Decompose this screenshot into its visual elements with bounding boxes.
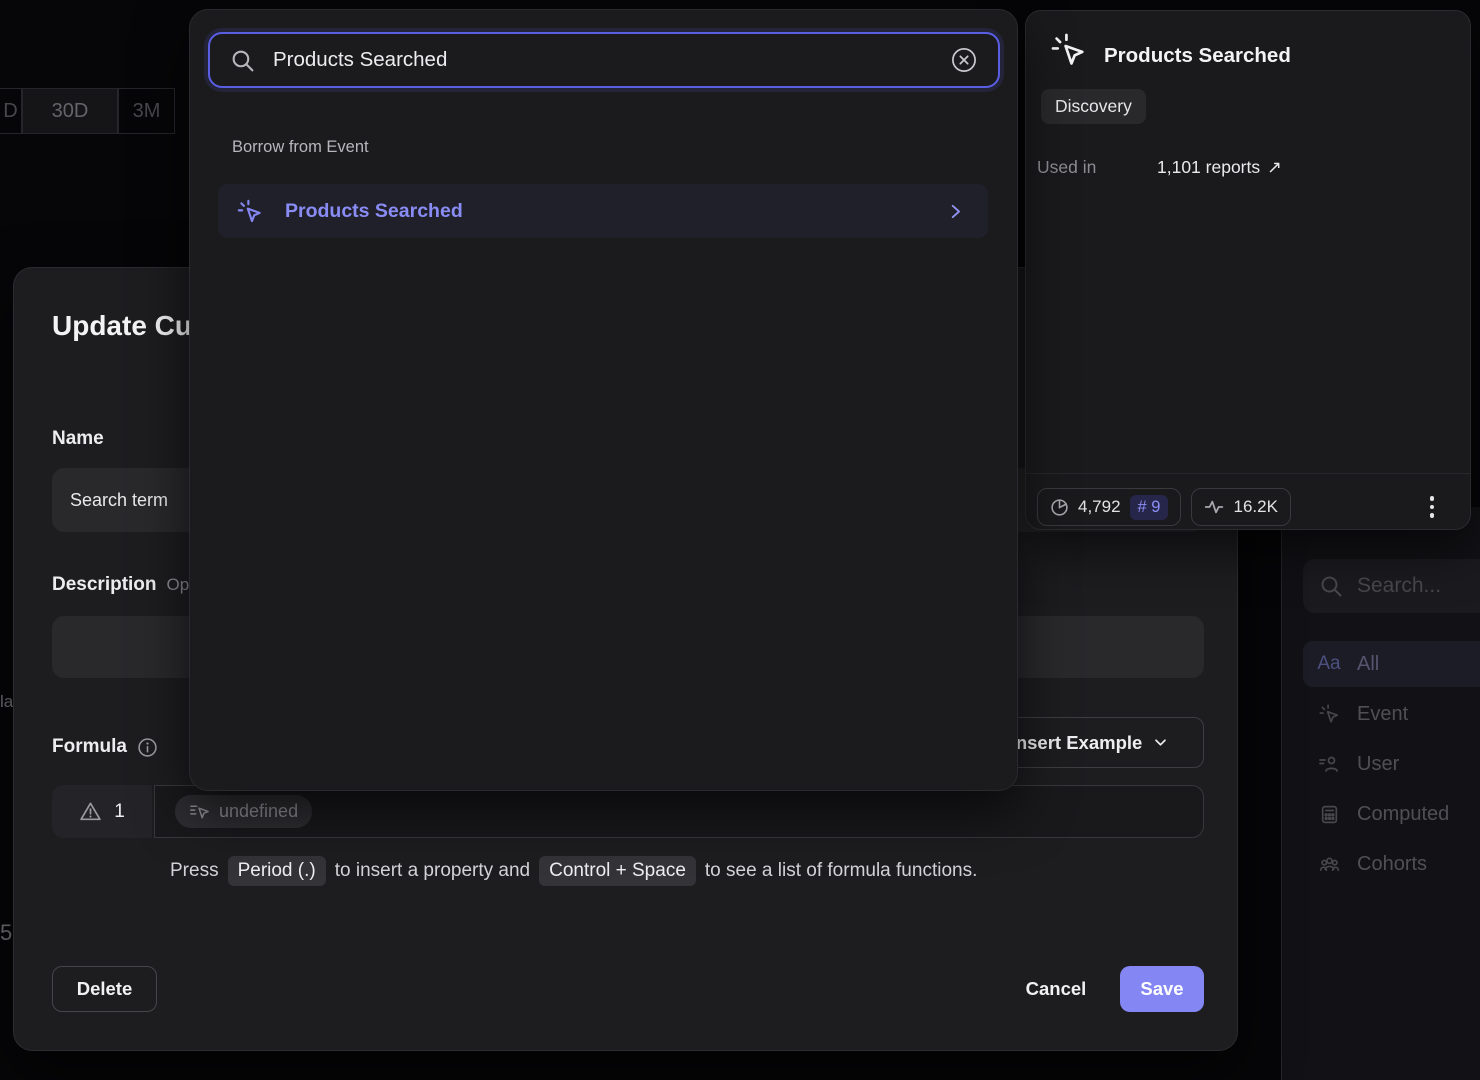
result-event-name: Products Searched xyxy=(285,200,925,223)
more-options-kebab-icon[interactable] xyxy=(1430,496,1435,518)
section-header: Borrow from Event xyxy=(232,138,369,157)
delete-button[interactable]: Delete xyxy=(52,966,157,1012)
time-range-30d[interactable]: 30D xyxy=(22,88,118,134)
formula-hint: Press Period (.) to insert a property an… xyxy=(170,856,977,886)
kbd-period: Period (.) xyxy=(228,856,326,886)
formula-error-indicator: 1 xyxy=(52,785,152,838)
rank-badge: # 9 xyxy=(1130,495,1169,520)
activity-pulse-icon xyxy=(1204,497,1224,517)
description-label: Description xyxy=(52,574,157,596)
sidebar-item-list: Aa All Event User Computed Cohorts xyxy=(1303,641,1480,891)
time-range-3m[interactable]: 3M xyxy=(118,88,175,134)
text-aa-icon: Aa xyxy=(1317,653,1341,675)
search-icon xyxy=(230,48,255,73)
property-type-sidebar: Search... Aa All Event User Computed xyxy=(1281,507,1480,1080)
time-range-segmented-control: D 30D 3M xyxy=(0,88,175,134)
panel-footer: 4,792 # 9 16.2K xyxy=(1037,488,1456,526)
name-label: Name xyxy=(52,428,104,450)
used-in-label: Used in xyxy=(1037,157,1157,178)
event-search-dropdown: Products Searched Borrow from Event Prod… xyxy=(190,10,1017,790)
pie-chart-icon xyxy=(1050,498,1069,517)
warning-icon xyxy=(79,800,102,823)
event-cursor-icon xyxy=(1049,31,1087,69)
used-in-reports-link[interactable]: 1,101 reports ↗ xyxy=(1157,157,1282,178)
formula-label: Formula xyxy=(52,736,127,758)
search-query-text: Products Searched xyxy=(273,48,932,72)
calculator-icon xyxy=(1317,804,1341,825)
category-badge: Discovery xyxy=(1041,89,1146,124)
chevron-right-icon xyxy=(947,203,964,220)
formula-label-row: Formula xyxy=(52,736,158,758)
sidebar-search-input[interactable]: Search... xyxy=(1303,559,1480,613)
event-search-input[interactable]: Products Searched xyxy=(208,32,1000,88)
background-text-fragment: lay xyxy=(0,692,15,712)
name-input-value: Search term xyxy=(70,490,168,511)
background-text-fragment: 5 xyxy=(0,920,15,946)
panel-divider xyxy=(1026,473,1470,474)
clear-search-icon[interactable] xyxy=(950,46,978,74)
formula-token-chip[interactable]: undefined xyxy=(175,795,312,828)
user-icon xyxy=(1317,753,1341,775)
formula-input[interactable]: undefined xyxy=(154,785,1204,838)
formula-error-count: 1 xyxy=(114,801,125,823)
external-link-icon: ↗ xyxy=(1267,157,1282,178)
formula-editor: 1 undefined xyxy=(52,785,1204,838)
event-count-chip[interactable]: 4,792 # 9 xyxy=(1037,488,1181,526)
sidebar-item-user[interactable]: User xyxy=(1303,741,1480,787)
sidebar-item-computed[interactable]: Computed xyxy=(1303,791,1480,837)
save-button[interactable]: Save xyxy=(1120,966,1204,1012)
info-icon[interactable] xyxy=(137,737,158,758)
sidebar-item-all[interactable]: Aa All xyxy=(1303,641,1480,687)
used-in-row: Used in 1,101 reports ↗ xyxy=(1037,157,1282,178)
search-result-row[interactable]: Products Searched xyxy=(218,184,988,238)
search-icon xyxy=(1319,574,1343,598)
event-title: Products Searched xyxy=(1104,44,1291,68)
modal-title: Update Cu xyxy=(52,310,192,342)
activity-count-chip[interactable]: 16.2K xyxy=(1191,488,1290,526)
sidebar-item-event[interactable]: Event xyxy=(1303,691,1480,737)
kbd-control-space: Control + Space xyxy=(539,856,696,886)
event-cursor-icon xyxy=(1317,703,1341,725)
sidebar-search-placeholder: Search... xyxy=(1357,574,1441,598)
event-detail-panel: Products Searched Discovery Used in 1,10… xyxy=(1025,10,1471,530)
cancel-button[interactable]: Cancel xyxy=(1003,966,1109,1012)
borrowed-event-icon xyxy=(189,801,210,822)
sidebar-item-cohorts[interactable]: Cohorts xyxy=(1303,841,1480,887)
time-range-7d[interactable]: D xyxy=(0,88,22,134)
people-icon xyxy=(1317,853,1341,876)
chevron-down-icon xyxy=(1153,735,1168,750)
event-cursor-icon xyxy=(236,198,263,225)
